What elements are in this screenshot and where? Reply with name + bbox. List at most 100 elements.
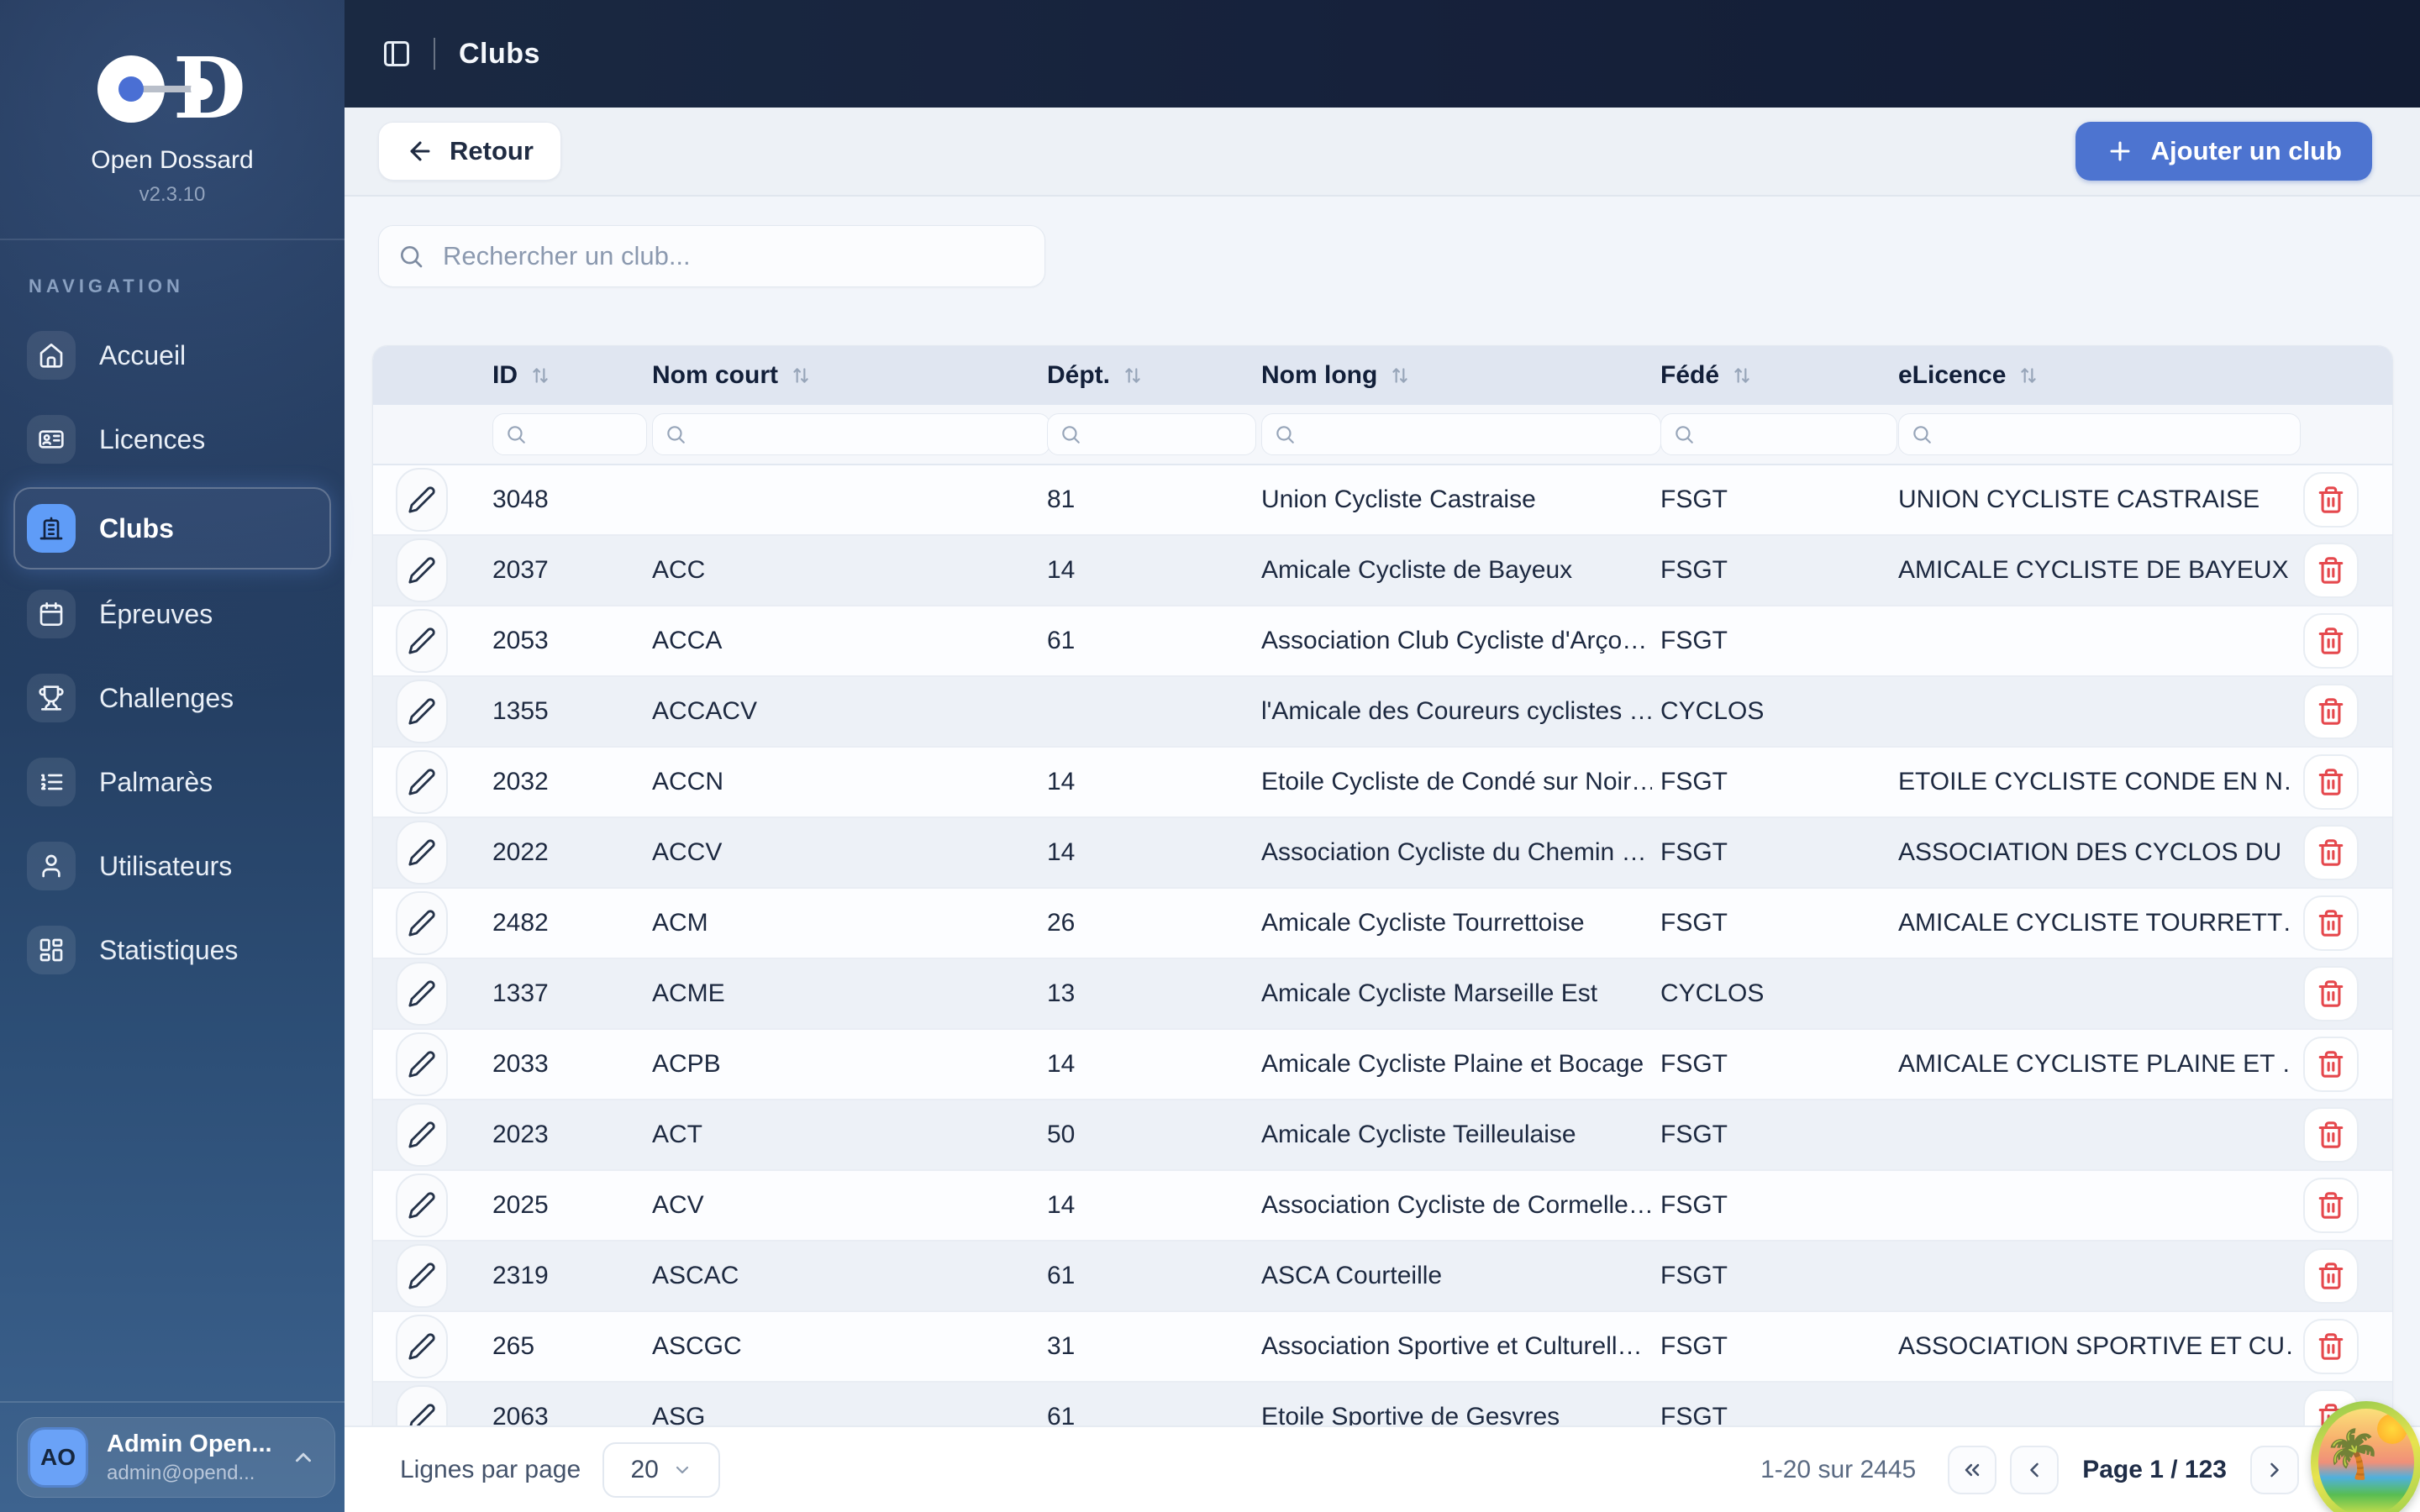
- main-content: Retour Ajouter un club ID Nom court Dépt…: [345, 108, 2420, 1512]
- nav-section-label: NAVIGATION: [29, 276, 184, 297]
- delete-club-button[interactable]: [2303, 1319, 2359, 1374]
- sidebar-item-licences[interactable]: Licences: [13, 403, 331, 475]
- pencil-icon: [408, 980, 435, 1007]
- delete-club-button[interactable]: [2303, 825, 2359, 880]
- cell-nom-court: ASCAC: [652, 1262, 739, 1289]
- cell-dept: 31: [1047, 1332, 1076, 1360]
- sidebar-toggle-icon[interactable]: [375, 32, 418, 76]
- cell-elicence: AMICALE CYCLISTE TOURRETT…: [1898, 909, 2291, 937]
- edit-club-button[interactable]: [396, 609, 448, 673]
- cell-fede: FSGT: [1660, 1050, 1728, 1078]
- edit-club-button[interactable]: [396, 1244, 448, 1308]
- edit-club-button[interactable]: [396, 821, 448, 885]
- edit-club-button[interactable]: [396, 891, 448, 955]
- search-input[interactable]: [441, 240, 1036, 272]
- app-window: D Open Dossard v2.3.10 NAVIGATION Accuei…: [0, 0, 2420, 1512]
- edit-club-button[interactable]: [396, 1103, 448, 1167]
- trash-icon: [2318, 698, 2344, 725]
- next-page-button[interactable]: [2250, 1445, 2299, 1494]
- edit-club-button[interactable]: [396, 1173, 448, 1237]
- cell-nom-long: Association Cycliste du Chemin …: [1261, 838, 1647, 866]
- app-version: v2.3.10: [139, 183, 206, 206]
- edit-club-button[interactable]: [396, 1032, 448, 1096]
- edit-club-button[interactable]: [396, 1385, 448, 1428]
- edit-club-button[interactable]: [396, 962, 448, 1026]
- cell-elicence: ASSOCIATION DES CYCLOS DU …: [1898, 838, 2291, 866]
- cell-nom-court: ACCA: [652, 627, 723, 654]
- table-row: 2022 ACCV 14 Association Cycliste du Che…: [373, 816, 2392, 887]
- cell-nom-court: ACM: [652, 909, 708, 937]
- delete-club-button[interactable]: [2303, 684, 2359, 739]
- sidebar-item-palmares[interactable]: Palmarès: [13, 746, 331, 818]
- sort-icon: [1734, 368, 1749, 383]
- delete-club-button[interactable]: [2303, 543, 2359, 598]
- sidebar-item-epreuves[interactable]: Épreuves: [13, 578, 331, 650]
- cell-fede: FSGT: [1660, 1262, 1728, 1289]
- filter-dept-input[interactable]: [1092, 420, 1249, 449]
- cell-id: 2053: [492, 627, 549, 654]
- search-icon: [1276, 426, 1294, 444]
- cell-elicence: ETOILE CYCLISTE CONDE EN N…: [1898, 768, 2291, 795]
- filter-nom-long-input[interactable]: [1306, 420, 1654, 449]
- header-fede[interactable]: Fédé: [1652, 361, 1890, 390]
- sidebar-item-utilisateurs[interactable]: Utilisateurs: [13, 830, 331, 902]
- edit-club-button[interactable]: [396, 468, 448, 532]
- search-icon: [401, 246, 423, 268]
- cell-nom-long: Association Club Cycliste d'Arço…: [1261, 627, 1648, 654]
- delete-club-button[interactable]: [2303, 754, 2359, 810]
- table-row: 3048 81 Union Cycliste Castraise FSGT UN…: [373, 465, 2392, 534]
- edit-club-button[interactable]: [396, 538, 448, 602]
- edit-club-button[interactable]: [396, 680, 448, 743]
- id-card-icon: [27, 415, 76, 464]
- sidebar-item-accueil[interactable]: Accueil: [13, 319, 331, 391]
- sidebar-item-statistiques[interactable]: Statistiques: [13, 914, 331, 986]
- cell-fede: FSGT: [1660, 909, 1728, 937]
- arrow-left-icon: [410, 141, 430, 161]
- delete-club-button[interactable]: [2303, 1248, 2359, 1304]
- sidebar-item-clubs[interactable]: Clubs: [13, 487, 331, 570]
- cell-nom-court: ACT: [652, 1121, 702, 1148]
- cell-id: 1355: [492, 697, 549, 725]
- delete-club-button[interactable]: [2303, 1037, 2359, 1092]
- search-icon: [1062, 426, 1080, 444]
- table-filter-row: [373, 405, 2392, 465]
- header-dept[interactable]: Dépt.: [1039, 361, 1253, 390]
- filter-id-input[interactable]: [537, 420, 639, 449]
- cell-id: 2037: [492, 556, 549, 584]
- edit-club-button[interactable]: [396, 750, 448, 814]
- cell-fede: FSGT: [1660, 1191, 1728, 1219]
- add-club-button[interactable]: Ajouter un club: [2075, 122, 2372, 181]
- previous-page-button[interactable]: [2010, 1445, 2060, 1494]
- edit-club-button[interactable]: [396, 1315, 448, 1378]
- filter-elicence-input[interactable]: [1943, 420, 2293, 449]
- first-page-button[interactable]: [1948, 1445, 1997, 1494]
- user-email: admin@opend...: [107, 1461, 255, 1484]
- sort-icon: [793, 368, 808, 383]
- rows-per-page-select[interactable]: 20: [602, 1441, 721, 1498]
- filter-nom-court-input[interactable]: [697, 420, 1043, 449]
- table-row: 1337 ACME 13 Amicale Cycliste Marseille …: [373, 958, 2392, 1028]
- delete-club-button[interactable]: [2303, 1107, 2359, 1163]
- user-menu[interactable]: AO Admin Open... admin@opend...: [17, 1417, 335, 1498]
- header-nom-long[interactable]: Nom long: [1253, 361, 1652, 390]
- cell-elicence: ASSOCIATION SPORTIVE ET CU…: [1898, 1332, 2291, 1360]
- delete-club-button[interactable]: [2303, 613, 2359, 669]
- header-elicence[interactable]: eLicence: [1890, 361, 2291, 390]
- table-row: 2025 ACV 14 Association Cycliste de Corm…: [373, 1169, 2392, 1240]
- sort-icon: [2021, 368, 2037, 383]
- cell-fede: FSGT: [1660, 1332, 1728, 1360]
- pencil-icon: [408, 910, 435, 937]
- header-nom-court[interactable]: Nom court: [644, 361, 1039, 390]
- back-button[interactable]: Retour: [378, 122, 561, 181]
- delete-club-button[interactable]: [2303, 472, 2359, 528]
- delete-club-button[interactable]: [2303, 966, 2359, 1021]
- header-id[interactable]: ID: [484, 361, 644, 390]
- sort-icon: [1392, 368, 1407, 383]
- filter-fede-input[interactable]: [1705, 420, 1890, 449]
- delete-club-button[interactable]: [2303, 1178, 2359, 1233]
- delete-club-button[interactable]: [2303, 895, 2359, 951]
- sidebar: D Open Dossard v2.3.10 NAVIGATION Accuei…: [0, 0, 345, 1512]
- trash-icon: [2318, 627, 2344, 654]
- sidebar-item-challenges[interactable]: Challenges: [13, 662, 331, 734]
- chevron-right-icon: [2270, 1462, 2279, 1477]
